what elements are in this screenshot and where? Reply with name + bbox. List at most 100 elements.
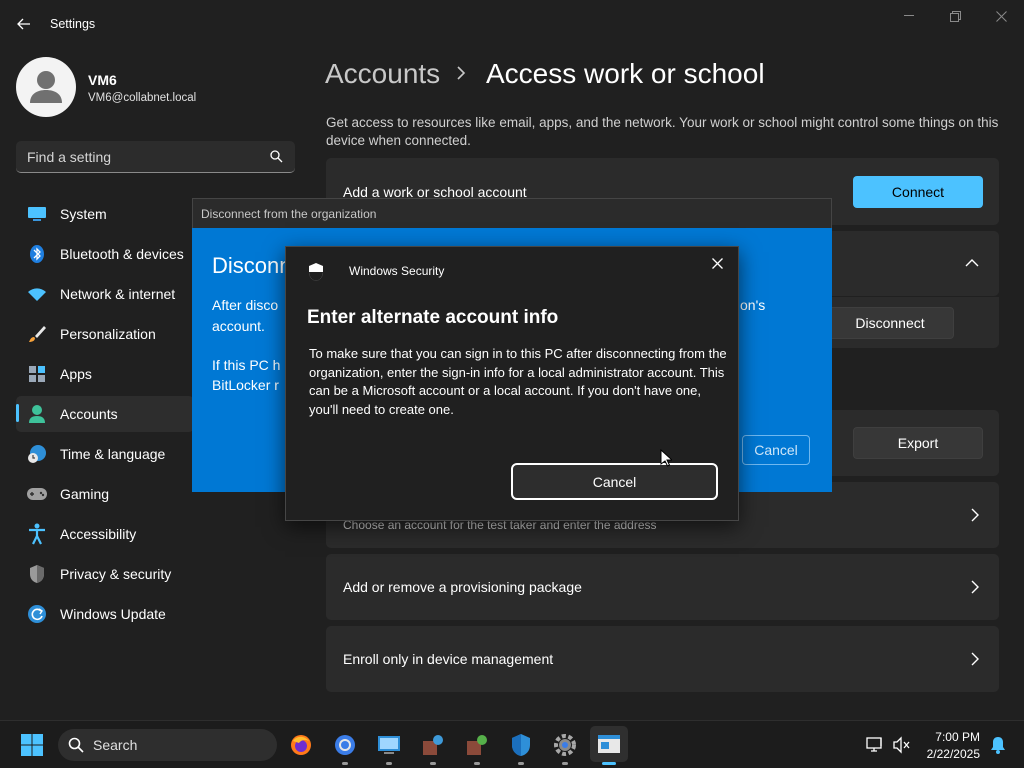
back-button[interactable]: [10, 12, 38, 36]
maximize-button[interactable]: [932, 0, 978, 32]
chevron-right-icon: [971, 652, 979, 666]
disconnect-dialog-title: Disconnect from the organization: [201, 207, 377, 221]
security-cancel-button[interactable]: Cancel: [511, 463, 718, 500]
sidebar-item-label: System: [60, 206, 107, 222]
person-icon: [26, 403, 48, 425]
minimize-button[interactable]: [886, 0, 932, 32]
update-icon: [26, 603, 48, 625]
user-email: VM6@collabnet.local: [88, 92, 197, 104]
user-name: VM6: [88, 72, 117, 88]
sidebar-item-label: Time & language: [60, 446, 166, 462]
taskbar-search[interactable]: Search: [58, 729, 277, 761]
chrome-taskbar-button[interactable]: [331, 731, 359, 759]
sidebar-item-accounts[interactable]: Accounts: [16, 396, 194, 432]
sidebar-item-label: Network & internet: [60, 286, 176, 302]
windows-security-taskbar-button[interactable]: [507, 731, 535, 759]
clock-time[interactable]: 7:00 PM: [935, 730, 980, 744]
active-indicator: [602, 762, 616, 765]
connect-button[interactable]: Connect: [853, 176, 983, 208]
sidebar-item-time-language[interactable]: Time & language: [16, 436, 194, 472]
app-title: Settings: [50, 17, 96, 31]
sidebar-item-system[interactable]: System: [16, 196, 194, 232]
disconnect-dialog-text: on's: [740, 297, 766, 313]
shield-icon: [26, 563, 48, 585]
security-close-button[interactable]: [706, 252, 728, 274]
security-dialog-heading: Enter alternate account info: [307, 307, 559, 328]
sidebar-item-label: Windows Update: [60, 606, 166, 622]
volume-tray-icon[interactable]: [888, 731, 916, 759]
sidebar-item-personalization[interactable]: Personalization: [16, 316, 194, 352]
server-app-icon: [467, 735, 487, 755]
sidebar-item-label: Privacy & security: [60, 566, 172, 582]
page-description: Get access to resources like email, apps…: [326, 115, 999, 148]
export-button[interactable]: Export: [853, 427, 983, 459]
chevron-right-icon: [971, 508, 979, 522]
brush-icon: [26, 323, 48, 345]
disconnect-dialog-text: BitLocker r: [212, 377, 279, 393]
disconnect-dialog-titlebar: Disconnect from the organization: [192, 198, 832, 228]
close-icon: [995, 10, 1007, 22]
sidebar-item-label: Personalization: [60, 326, 156, 342]
sidebar-item-windows-update[interactable]: Windows Update: [16, 596, 194, 632]
sidebar-item-privacy[interactable]: Privacy & security: [16, 556, 194, 592]
security-dialog-body: To make sure that you can sign in to thi…: [309, 346, 727, 417]
sidebar-item-apps[interactable]: Apps: [16, 356, 194, 392]
close-icon: [711, 257, 723, 269]
breadcrumb-parent[interactable]: Accounts: [325, 58, 440, 90]
back-arrow-icon: [17, 18, 30, 30]
disconnect-button[interactable]: Disconnect: [826, 307, 954, 339]
user-avatar-icon: [30, 71, 62, 103]
sidebar-item-label: Accounts: [60, 406, 118, 422]
sidebar-item-bluetooth[interactable]: Bluetooth & devices: [16, 236, 194, 272]
chrome-icon: [335, 735, 355, 755]
firefox-taskbar-button[interactable]: [287, 731, 315, 759]
monitor-icon: [26, 203, 48, 225]
remote-desktop-taskbar-button[interactable]: [375, 731, 403, 759]
app-taskbar-button[interactable]: [419, 731, 447, 759]
running-indicator: [342, 762, 348, 765]
volume-muted-icon: [893, 736, 910, 754]
enroll-card[interactable]: Enroll only in device management: [326, 626, 999, 692]
taskbar: Search 7:00 PM 2/22/2025: [0, 720, 1024, 768]
network-tray-icon[interactable]: [862, 731, 890, 759]
disconnect-dialog-text: account.: [212, 318, 265, 334]
notifications-button[interactable]: [984, 731, 1012, 759]
clock-date[interactable]: 2/22/2025: [927, 747, 980, 761]
close-button[interactable]: [978, 0, 1024, 32]
remote-desktop-icon: [378, 736, 400, 754]
enroll-label: Enroll only in device management: [343, 651, 554, 667]
display-network-icon: [866, 737, 882, 752]
chevron-up-icon: [965, 259, 979, 267]
running-indicator: [474, 762, 480, 765]
search-input[interactable]: Find a setting: [16, 141, 295, 173]
running-indicator: [386, 762, 392, 765]
sidebar-item-accessibility[interactable]: Accessibility: [16, 516, 194, 552]
app-taskbar-button[interactable]: [463, 731, 491, 759]
server-app-icon: [423, 735, 443, 755]
sidebar-item-network[interactable]: Network & internet: [16, 276, 194, 312]
security-dialog-title: Windows Security: [349, 264, 445, 278]
page-title: Access work or school: [486, 58, 765, 89]
provisioning-card[interactable]: Add or remove a provisioning package: [326, 554, 999, 620]
chevron-right-icon: [457, 66, 466, 80]
settings-taskbar-button[interactable]: [551, 731, 579, 759]
gamepad-icon: [26, 483, 48, 505]
sidebar-item-label: Accessibility: [60, 526, 137, 542]
minimize-icon: [904, 15, 914, 16]
gear-icon: [554, 734, 576, 756]
bell-icon: [991, 737, 1005, 754]
sidebar-item-label: Bluetooth & devices: [60, 246, 184, 262]
active-app-taskbar-button[interactable]: [590, 726, 628, 762]
running-indicator: [430, 762, 436, 765]
disconnect-dialog-text: If this PC h: [212, 357, 281, 373]
bluetooth-icon: [26, 243, 48, 265]
windows-logo-icon: [21, 734, 43, 756]
shield-icon: [512, 734, 530, 756]
sidebar-item-gaming[interactable]: Gaming: [16, 476, 194, 512]
start-button[interactable]: [18, 731, 46, 759]
disconnect-dialog-heading: Disconn: [212, 253, 292, 278]
disconnect-cancel-button[interactable]: Cancel: [742, 435, 810, 465]
provisioning-label: Add or remove a provisioning package: [343, 579, 582, 595]
title-bar: [0, 0, 1024, 48]
disconnect-dialog-text: After disco: [212, 297, 279, 313]
